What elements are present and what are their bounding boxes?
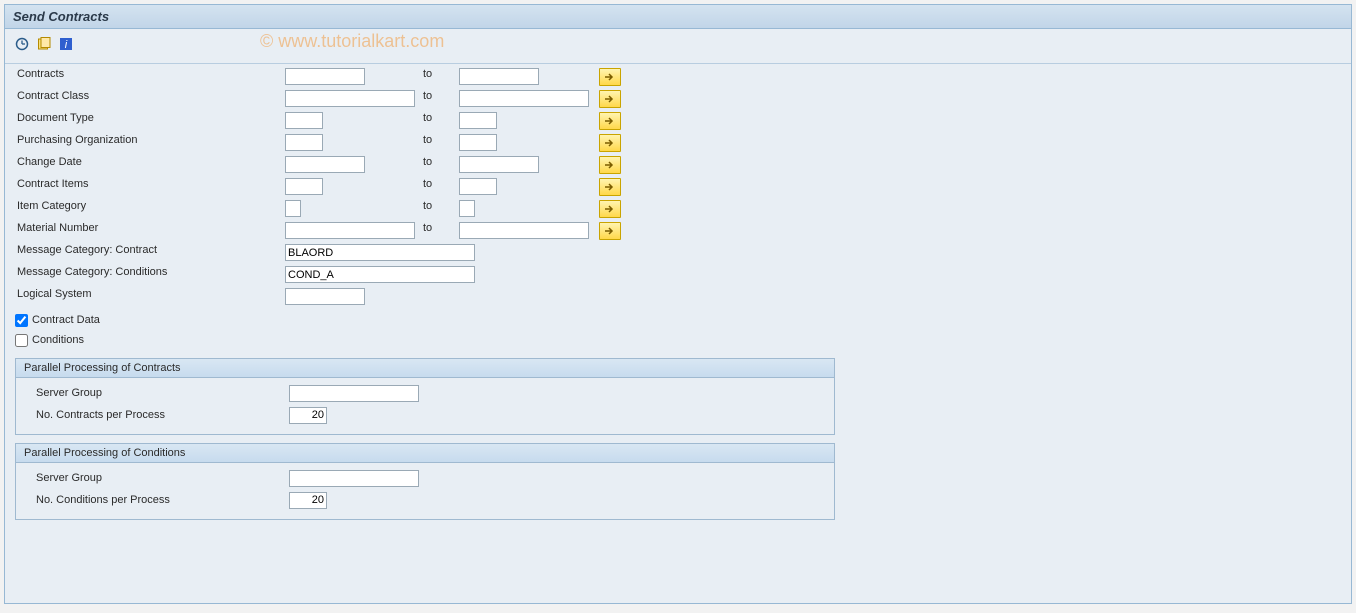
g2-count-input[interactable] <box>289 492 327 509</box>
to-label: to <box>423 68 432 80</box>
contract-items-label: Contract Items <box>15 178 89 190</box>
multiple-selection-button[interactable] <box>599 156 621 174</box>
multiple-selection-button[interactable] <box>599 178 621 196</box>
document-type-low[interactable] <box>285 112 323 129</box>
page-title: Send Contracts <box>5 5 1351 29</box>
contract-items-high[interactable] <box>459 178 497 195</box>
watermark: © www.tutorialkart.com <box>260 31 444 52</box>
to-label: to <box>423 222 432 234</box>
to-label: to <box>423 112 432 124</box>
conditions-label: Conditions <box>32 334 84 346</box>
g2-server-group-label: Server Group <box>34 472 289 484</box>
change-date-high[interactable] <box>459 156 539 173</box>
contracts-high[interactable] <box>459 68 539 85</box>
contracts-low[interactable] <box>285 68 365 85</box>
group1-title: Parallel Processing of Contracts <box>16 359 834 378</box>
multiple-selection-button[interactable] <box>599 222 621 240</box>
purchasing-org-high[interactable] <box>459 134 497 151</box>
parallel-conditions-group: Parallel Processing of Conditions Server… <box>15 443 835 520</box>
contract-class-high[interactable] <box>459 90 589 107</box>
contract-items-low[interactable] <box>285 178 323 195</box>
contract-data-label: Contract Data <box>32 314 100 326</box>
contract-class-low[interactable] <box>285 90 415 107</box>
document-type-high[interactable] <box>459 112 497 129</box>
msg-cat-contract-input[interactable] <box>285 244 475 261</box>
g1-server-group-label: Server Group <box>34 387 289 399</box>
material-number-label: Material Number <box>15 222 98 234</box>
to-label: to <box>423 200 432 212</box>
to-label: to <box>423 90 432 102</box>
multiple-selection-button[interactable] <box>599 90 621 108</box>
toolbar: i © www.tutorialkart.com <box>5 29 1351 64</box>
get-variant-icon[interactable] <box>35 35 53 53</box>
multiple-selection-button[interactable] <box>599 200 621 218</box>
change-date-label: Change Date <box>15 156 82 168</box>
item-category-label: Item Category <box>15 200 86 212</box>
purchasing-org-low[interactable] <box>285 134 323 151</box>
msg-cat-conditions-label: Message Category: Conditions <box>15 266 167 278</box>
msg-cat-contract-label: Message Category: Contract <box>15 244 157 256</box>
to-label: to <box>423 156 432 168</box>
g1-count-input[interactable] <box>289 407 327 424</box>
item-category-low[interactable] <box>285 200 301 217</box>
g2-count-label: No. Conditions per Process <box>34 494 289 506</box>
logical-system-input[interactable] <box>285 288 365 305</box>
multiple-selection-button[interactable] <box>599 68 621 86</box>
multiple-selection-button[interactable] <box>599 112 621 130</box>
msg-cat-conditions-input[interactable] <box>285 266 475 283</box>
material-number-low[interactable] <box>285 222 415 239</box>
selection-form: Contracts to Contract Class to Document … <box>5 64 1351 532</box>
to-label: to <box>423 178 432 190</box>
parallel-contracts-group: Parallel Processing of Contracts Server … <box>15 358 835 435</box>
contract-class-label: Contract Class <box>15 90 89 102</box>
g1-server-group-input[interactable] <box>289 385 419 402</box>
conditions-checkbox[interactable] <box>15 334 28 347</box>
info-icon[interactable]: i <box>57 35 75 53</box>
g2-server-group-input[interactable] <box>289 470 419 487</box>
logical-system-label: Logical System <box>15 288 92 300</box>
material-number-high[interactable] <box>459 222 589 239</box>
item-category-high[interactable] <box>459 200 475 217</box>
change-date-low[interactable] <box>285 156 365 173</box>
group2-title: Parallel Processing of Conditions <box>16 444 834 463</box>
document-type-label: Document Type <box>15 112 94 124</box>
execute-icon[interactable] <box>13 35 31 53</box>
window: Send Contracts i © www.tutorialkart.com <box>4 4 1352 604</box>
to-label: to <box>423 134 432 146</box>
contract-data-checkbox[interactable] <box>15 314 28 327</box>
purchasing-org-label: Purchasing Organization <box>15 134 137 146</box>
g1-count-label: No. Contracts per Process <box>34 409 289 421</box>
contracts-label: Contracts <box>15 68 64 80</box>
multiple-selection-button[interactable] <box>599 134 621 152</box>
